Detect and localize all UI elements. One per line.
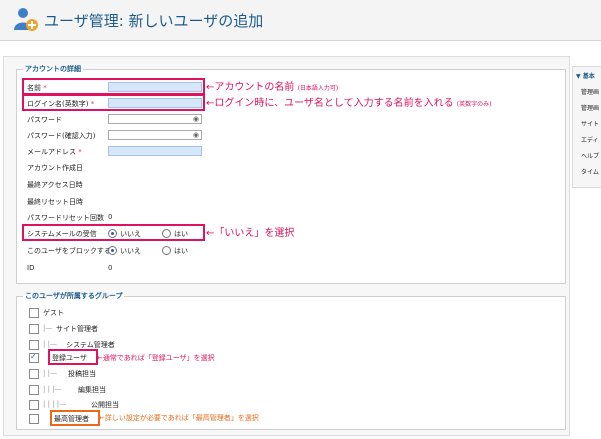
sidebar-title[interactable]: ▼ 基本 [576,71,595,80]
page-title: ユーザ管理: 新しいユーザの追加 [44,12,264,30]
password-confirm-label: パスワード(確認入力) [27,132,96,140]
super-user-highlight-box [50,410,100,426]
id-value: 0 [108,264,113,272]
group-label-author: 投稿担当 [68,370,96,378]
name-highlight-box [22,78,205,95]
sidebar-item[interactable]: エディ [581,135,599,144]
block-yes-radio[interactable] [162,246,171,255]
registered-highlight-box [48,349,98,365]
block-yes-label[interactable]: はい [174,246,188,256]
group-label-site-admin: サイト管理者 [56,325,98,333]
block-no-label[interactable]: いいえ [120,246,141,256]
groups-legend: このユーザが所属するグループ [25,292,123,300]
sidebar-item[interactable]: 管理画 [581,103,599,112]
group-checkbox-system-admin[interactable] [29,340,39,350]
block-user-label: このユーザをブロックする [27,247,111,255]
reset-count-label: パスワードリセット回数 [27,214,104,222]
block-no-radio[interactable] [108,246,117,255]
tree-connector: | |— [43,340,57,348]
tree-connector: |— [43,324,53,332]
group-checkbox-registered[interactable] [29,352,39,363]
sidebar-item[interactable]: サイト [581,119,599,128]
group-checkbox-editor[interactable] [29,385,39,395]
group-checkbox-super-user[interactable] [29,414,39,424]
email-label: メールアドレス * [27,148,82,156]
user-add-icon [14,8,38,31]
page-header: ユーザ管理: 新しいユーザの追加 [0,0,601,41]
triangle-down-icon: ▼ [576,73,583,80]
password-label: パスワード [27,116,62,124]
login-annotation: ←ログイン時に、ユーザ名として入力する名前を入れる (英数字のみ) [206,98,492,109]
password-input[interactable]: ◉ [108,114,202,124]
group-label-editor: 編集担当 [78,386,106,394]
email-input[interactable] [108,146,202,156]
eye-icon[interactable]: ◉ [193,131,199,139]
group-checkbox-guest[interactable] [29,308,39,318]
system-mail-annotation: ←「いいえ」を選択 [206,228,295,239]
last-reset-label: 最終リセット日時 [27,198,83,206]
sidebar-item[interactable]: 管理画 [581,87,599,96]
login-highlight-box [22,94,205,111]
created-label: アカウント作成日 [27,164,83,172]
group-checkbox-site-admin[interactable] [29,324,39,334]
name-annotation: ←アカウントの名前 (日本語入力可) [206,82,339,93]
last-access-label: 最終アクセス日時 [27,181,83,189]
sidebar-panel: ▼ 基本 管理画 管理画 サイト エディ ヘルプ タイム [572,66,601,188]
account-details-legend: アカウントの詳細 [25,65,81,73]
tree-connector: | | | |— [43,400,67,408]
reset-count-value: 0 [108,213,113,221]
group-label-publisher: 公開担当 [91,401,119,409]
eye-icon[interactable]: ◉ [193,115,199,123]
group-label-guest: ゲスト [43,309,64,317]
system-mail-highlight-box [22,224,205,241]
sidebar-item[interactable]: ヘルプ [581,151,599,160]
id-label: ID [27,264,35,272]
registered-annotation: ←通常であれば「登録ユーザ」を選択 [97,354,215,362]
sidebar-item[interactable]: タイム [581,167,599,176]
group-checkbox-publisher[interactable] [29,400,39,410]
tree-connector: | |— [43,369,57,377]
group-checkbox-author[interactable] [29,369,39,379]
password-confirm-input[interactable]: ◉ [108,130,202,140]
tree-connector: | | |— [43,385,62,393]
super-user-annotation: ←詳しい設定が必要であれば「最高管理者」を選択 [99,414,259,422]
